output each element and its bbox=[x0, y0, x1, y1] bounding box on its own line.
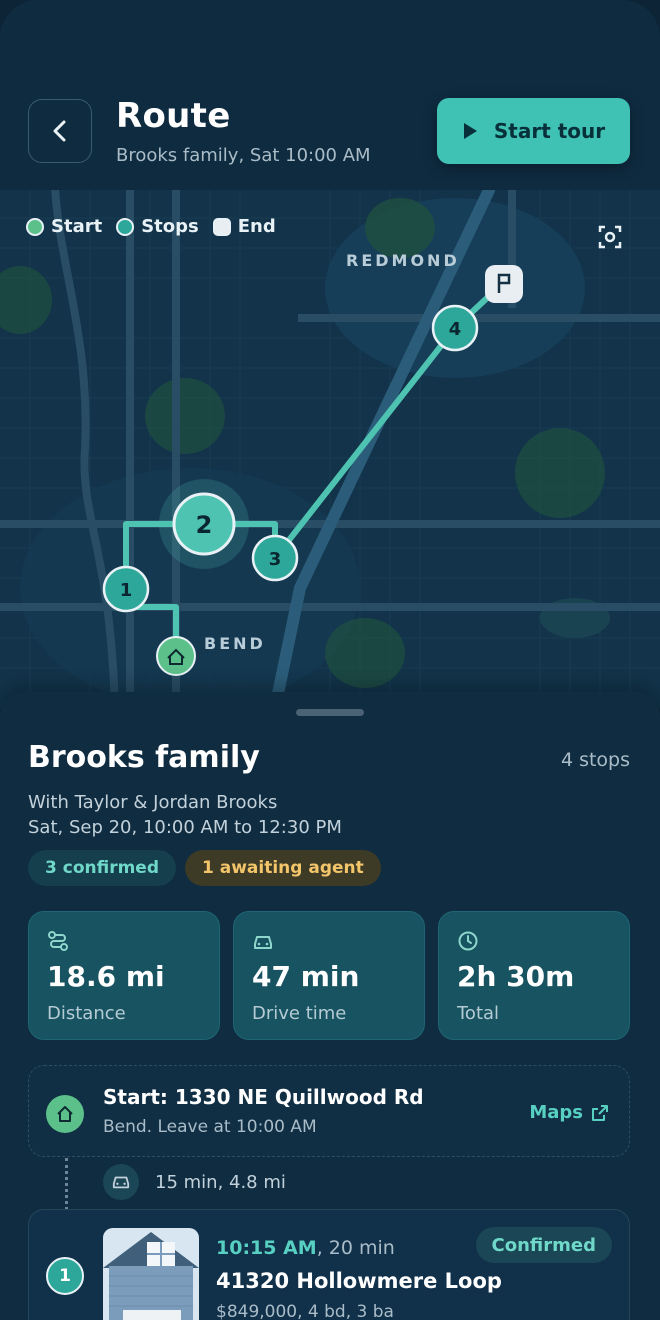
svg-text:4: 4 bbox=[449, 319, 462, 340]
end-square-icon bbox=[212, 217, 231, 236]
total-time-value: 2h 30m bbox=[457, 960, 575, 993]
stat-distance: 18.6 mi Distance bbox=[28, 911, 220, 1040]
stop-time: 10:15 AM, 20 min bbox=[216, 1237, 395, 1259]
start-marker[interactable] bbox=[156, 636, 196, 676]
car-icon bbox=[103, 1164, 139, 1200]
drive-segment: 15 min, 4.8 mi bbox=[155, 1172, 286, 1193]
distance-label: Distance bbox=[47, 1003, 126, 1024]
legend-start-label: Start bbox=[51, 216, 103, 237]
stat-drive-time: 47 min Drive time bbox=[233, 911, 425, 1040]
start-tour-button[interactable]: Start tour bbox=[437, 98, 630, 164]
svg-text:3: 3 bbox=[269, 549, 282, 570]
route-map[interactable]: REDMOND BEND 1 2 3 4 bbox=[0, 185, 660, 710]
legend-start: Start bbox=[26, 216, 102, 237]
route-connector bbox=[65, 1158, 68, 1210]
stop-marker-4[interactable]: 4 bbox=[431, 304, 479, 352]
legend-stops: Stops bbox=[116, 216, 199, 237]
top-header: Route Brooks family, Sat 10:00 AM Start … bbox=[0, 0, 660, 190]
legend-end-label: End bbox=[237, 216, 276, 237]
drive-time-value: 47 min bbox=[252, 960, 360, 993]
stops-count: 4 stops bbox=[560, 749, 630, 771]
app-screen: REDMOND BEND 1 2 3 4 Start Stops End Rou… bbox=[0, 0, 660, 1320]
sheet-drag-handle[interactable] bbox=[296, 709, 364, 716]
visit-duration: , 20 min bbox=[316, 1237, 395, 1259]
stop-marker-1[interactable]: 1 bbox=[102, 565, 150, 613]
awaiting-badge: 1 awaiting agent bbox=[185, 850, 381, 886]
svg-text:2: 2 bbox=[196, 511, 213, 539]
external-link-icon bbox=[592, 1104, 608, 1121]
arrival-time: 10:15 AM bbox=[216, 1237, 317, 1259]
total-time-label: Total bbox=[457, 1003, 500, 1024]
stop-details: $849,000, 4 bd, 3 ba bbox=[216, 1302, 394, 1320]
schedule-text: Sat, Sep 20, 10:00 AM to 12:30 PM bbox=[28, 817, 342, 838]
chevron-left-icon bbox=[53, 120, 66, 142]
open-maps-link[interactable]: Maps bbox=[529, 1102, 609, 1123]
page-subtitle: Brooks family, Sat 10:00 AM bbox=[116, 145, 371, 166]
legend-end: End bbox=[212, 216, 276, 237]
start-address: Start: 1330 NE Quillwood Rd bbox=[103, 1085, 424, 1109]
attendees-text: With Taylor & Jordan Brooks bbox=[28, 792, 278, 813]
stop-number: 1 bbox=[46, 1257, 84, 1295]
route-details-sheet: Brooks family 4 stops With Taylor & Jord… bbox=[0, 692, 660, 1320]
city-label-bend: BEND bbox=[204, 634, 266, 653]
stop-status-badge: Confirmed bbox=[475, 1227, 612, 1263]
start-location-card[interactable]: Start: 1330 NE Quillwood Rd Bend. Leave … bbox=[28, 1065, 630, 1157]
client-name: Brooks family bbox=[28, 740, 260, 775]
play-icon bbox=[463, 123, 477, 139]
route-icon bbox=[48, 931, 68, 951]
drive-time-label: Drive time bbox=[252, 1003, 347, 1024]
page-title: Route bbox=[116, 96, 231, 136]
start-departure: Bend. Leave at 10:00 AM bbox=[103, 1117, 317, 1137]
stat-total: 2h 30m Total bbox=[438, 911, 630, 1040]
recenter-map-button[interactable] bbox=[592, 219, 628, 255]
city-label-redmond: REDMOND bbox=[346, 251, 460, 270]
back-button[interactable] bbox=[28, 99, 92, 163]
end-flag-marker[interactable] bbox=[485, 265, 523, 303]
confirmed-badge: 3 confirmed bbox=[28, 850, 177, 886]
focus-icon bbox=[598, 225, 622, 249]
car-icon bbox=[254, 936, 272, 949]
distance-value: 18.6 mi bbox=[47, 960, 165, 993]
start-tour-label: Start tour bbox=[493, 119, 606, 143]
home-icon bbox=[46, 1095, 84, 1133]
stops-dot-icon bbox=[116, 217, 135, 236]
stop-address: 41320 Hollowmere Loop bbox=[216, 1269, 502, 1293]
map-legend: Start Stops End bbox=[26, 216, 276, 237]
clock-icon bbox=[458, 931, 478, 951]
svg-text:1: 1 bbox=[120, 580, 133, 601]
stop-card-1[interactable]: 1 10:15 AM, 20 min 41320 Hollowmere Loop… bbox=[28, 1209, 630, 1320]
map-canvas: REDMOND BEND 1 2 3 4 bbox=[0, 185, 660, 710]
stop-marker-2[interactable]: 2 bbox=[159, 479, 249, 569]
start-dot-icon bbox=[26, 217, 44, 236]
legend-stops-label: Stops bbox=[141, 216, 199, 237]
stop-marker-3[interactable]: 3 bbox=[251, 534, 299, 582]
maps-label: Maps bbox=[529, 1102, 583, 1123]
property-thumbnail bbox=[103, 1228, 199, 1320]
